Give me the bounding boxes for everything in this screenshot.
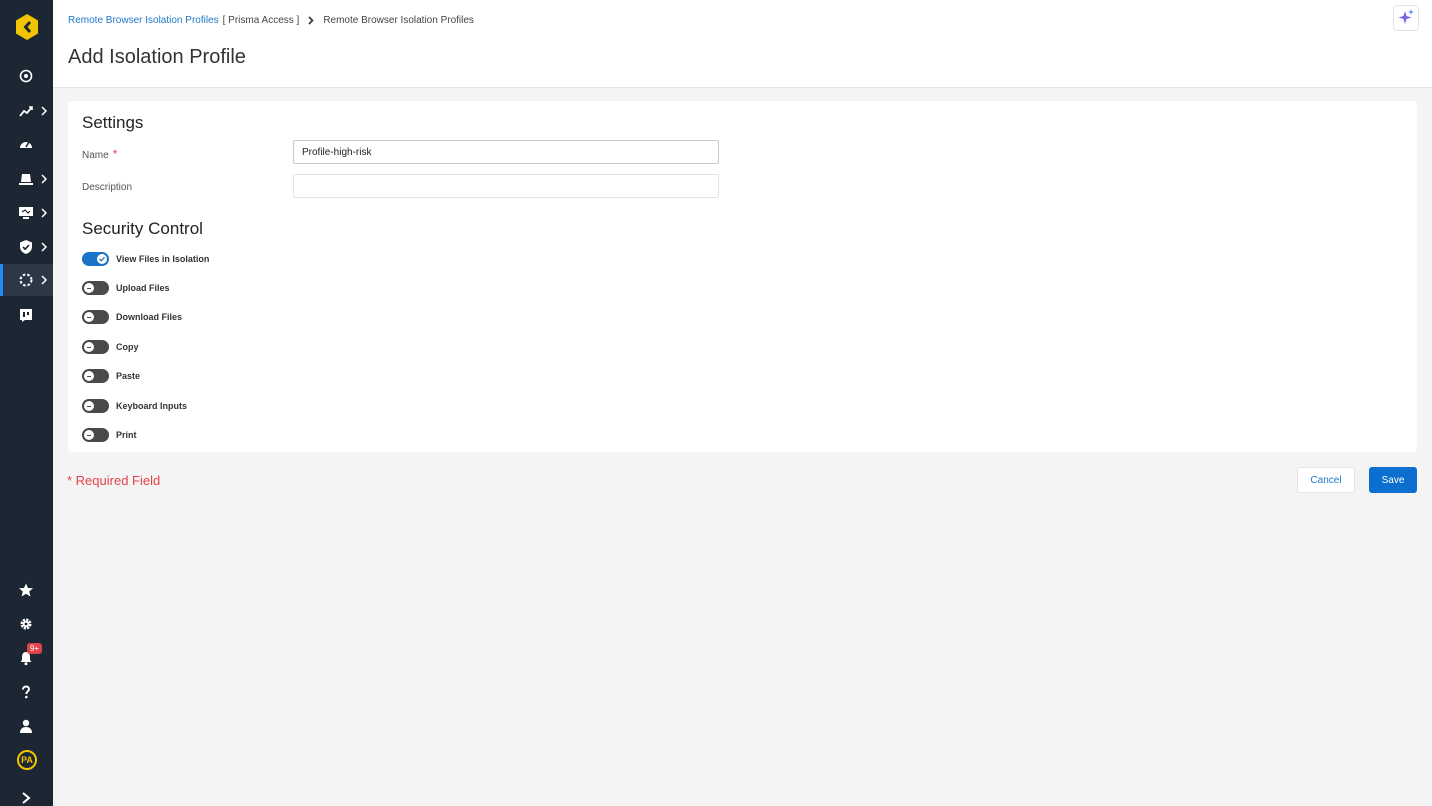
sidebar-item-configuration[interactable] (0, 264, 53, 296)
page-header: Remote Browser Isolation Profiles [ Pris… (53, 0, 1432, 88)
sidebar-expand-toggle[interactable] (0, 782, 53, 806)
profile-form-card: Settings Name* Description Security Cont… (68, 101, 1417, 452)
sidebar-item-home[interactable] (0, 60, 53, 92)
page-title: Add Isolation Profile (68, 46, 246, 68)
breadcrumb-parent-context: [ Prisma Access ] (222, 15, 300, 26)
breadcrumb-current: Remote Browser Isolation Profiles (323, 15, 474, 26)
gauge-icon (20, 141, 32, 148)
notification-count-badge: 9+ (27, 643, 42, 654)
toggle-row-view-files: View Files in Isolation (82, 251, 209, 267)
trend-icon (19, 106, 33, 117)
name-field-label: Name * (82, 147, 117, 161)
name-input[interactable] (293, 140, 719, 164)
chevron-right-icon (22, 792, 31, 804)
chevron-right-icon (41, 174, 48, 184)
name-label-text: Name (82, 150, 109, 161)
sidebar-item-workflows[interactable] (0, 163, 53, 195)
toggle-row-download-files: Download Files (82, 309, 182, 325)
prisma-logo-icon[interactable] (14, 13, 40, 41)
toggle-row-paste: Paste (82, 368, 140, 384)
sidebar-item-notifications[interactable]: 9+ (0, 642, 53, 674)
save-button[interactable]: Save (1369, 467, 1417, 493)
upload-files-label: Upload Files (116, 283, 170, 293)
sidebar-item-settings[interactable] (0, 608, 53, 640)
sparkle-icon (1398, 9, 1414, 24)
view-files-label: View Files in Isolation (116, 254, 210, 264)
dotted-circle-icon (19, 273, 33, 287)
required-asterisk: * (112, 147, 118, 161)
sidebar-item-profile[interactable] (0, 710, 53, 742)
gear-icon (20, 618, 32, 630)
breadcrumb: Remote Browser Isolation Profiles [ Pris… (68, 15, 474, 26)
toggle-row-keyboard-inputs: Keyboard Inputs (82, 398, 187, 414)
copy-toggle[interactable] (82, 340, 109, 354)
paste-toggle[interactable] (82, 369, 109, 383)
chevron-right-icon (41, 275, 48, 285)
paste-label: Paste (116, 371, 141, 381)
sidebar-item-security[interactable] (0, 231, 53, 263)
sidebar-item-help[interactable] (0, 676, 53, 708)
required-field-note: * Required Field (67, 473, 161, 488)
description-input[interactable] (293, 174, 719, 198)
sidebar-item-tenant[interactable]: PA (0, 744, 53, 776)
download-files-label: Download Files (116, 312, 183, 322)
chevron-right-icon (41, 208, 48, 218)
bell-desk-icon (19, 174, 33, 185)
chevron-right-icon (41, 242, 48, 252)
help-question-icon (22, 685, 31, 699)
monitor-icon (19, 207, 33, 219)
keyboard-inputs-label: Keyboard Inputs (116, 401, 188, 411)
toggle-row-copy: Copy (82, 339, 139, 355)
user-icon (20, 719, 32, 733)
sidebar-item-reports[interactable] (0, 299, 53, 331)
report-icon (20, 309, 32, 322)
ai-assistant-button[interactable] (1393, 5, 1419, 31)
chevron-right-icon (308, 16, 314, 25)
check-icon (99, 256, 105, 262)
sidebar-item-monitor[interactable] (0, 197, 53, 229)
sidebar-item-favorites[interactable] (0, 574, 53, 606)
copy-label: Copy (116, 342, 139, 352)
toggle-row-print: Print (82, 427, 137, 443)
security-control-section-title: Security Control (82, 219, 203, 238)
download-files-toggle[interactable] (82, 310, 109, 324)
star-icon (19, 583, 33, 597)
print-label: Print (116, 430, 137, 440)
target-icon (19, 69, 33, 83)
print-toggle[interactable] (82, 428, 109, 442)
view-files-toggle[interactable] (82, 252, 109, 266)
upload-files-toggle[interactable] (82, 281, 109, 295)
toggle-row-upload-files: Upload Files (82, 280, 170, 296)
keyboard-inputs-toggle[interactable] (82, 399, 109, 413)
settings-section-title: Settings (82, 113, 144, 132)
description-field-label: Description (82, 182, 133, 193)
sidebar-item-dashboard[interactable] (0, 129, 53, 161)
left-nav-sidebar: 9+ PA (0, 0, 53, 806)
breadcrumb-parent-link[interactable]: Remote Browser Isolation Profiles (68, 15, 219, 26)
tenant-avatar: PA (17, 750, 37, 770)
cancel-button[interactable]: Cancel (1297, 467, 1355, 493)
sidebar-item-analytics[interactable] (0, 95, 53, 127)
chevron-right-icon (41, 106, 48, 116)
shield-check-icon (20, 240, 32, 254)
